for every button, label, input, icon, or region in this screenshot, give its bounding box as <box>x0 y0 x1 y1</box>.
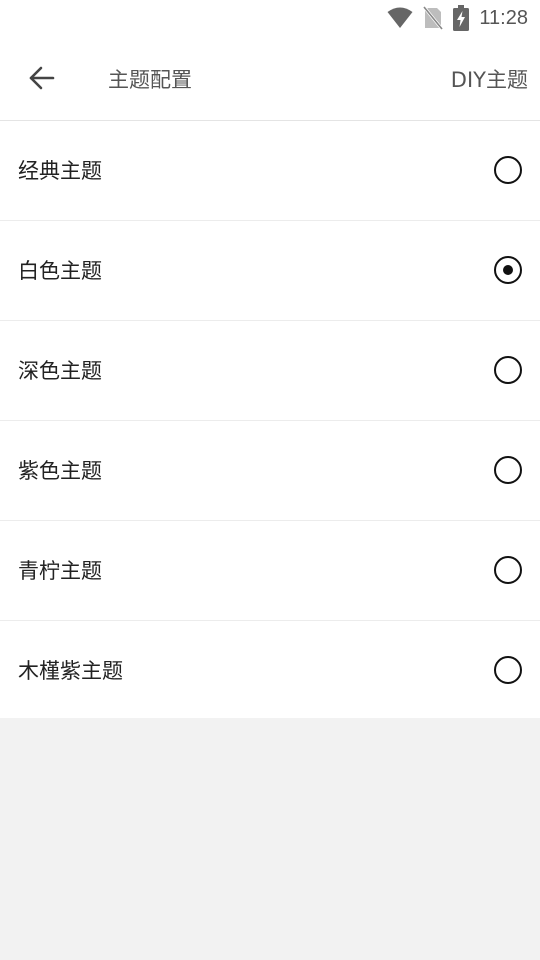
theme-item-lime[interactable]: 青柠主题 <box>0 521 540 621</box>
status-bar: 11:28 <box>0 0 540 36</box>
theme-label: 白色主题 <box>18 259 102 283</box>
theme-label: 紫色主题 <box>18 459 102 483</box>
no-sim-icon <box>423 6 444 30</box>
radio-button[interactable] <box>494 356 522 384</box>
toolbar: 主题配置 DIY主题 <box>0 36 540 121</box>
status-time: 11:28 <box>479 6 528 29</box>
theme-label: 木槿紫主题 <box>18 659 123 683</box>
battery-charging-icon <box>453 5 470 31</box>
radio-button-selected[interactable] <box>494 256 522 284</box>
theme-label: 青柠主题 <box>18 559 102 583</box>
radio-button[interactable] <box>494 656 522 684</box>
theme-label: 深色主题 <box>18 359 102 383</box>
radio-dot <box>503 265 513 275</box>
radio-button[interactable] <box>494 456 522 484</box>
wifi-icon <box>387 7 413 29</box>
theme-item-purple[interactable]: 紫色主题 <box>0 421 540 521</box>
arrow-left-icon <box>28 64 56 96</box>
theme-item-classic[interactable]: 经典主题 <box>0 121 540 221</box>
page-title: 主题配置 <box>108 68 192 92</box>
status-icons: 11:28 <box>387 4 528 32</box>
theme-label: 经典主题 <box>18 159 102 183</box>
theme-item-white[interactable]: 白色主题 <box>0 221 540 321</box>
radio-button[interactable] <box>494 156 522 184</box>
diy-theme-button[interactable]: DIY主题 <box>451 64 528 96</box>
back-button[interactable] <box>20 58 64 102</box>
theme-item-dark[interactable]: 深色主题 <box>0 321 540 421</box>
radio-button[interactable] <box>494 556 522 584</box>
theme-list: 经典主题 白色主题 深色主题 紫色主题 青柠主题 木槿紫主题 <box>0 121 540 718</box>
theme-item-hibiscus-purple[interactable]: 木槿紫主题 <box>0 621 540 718</box>
